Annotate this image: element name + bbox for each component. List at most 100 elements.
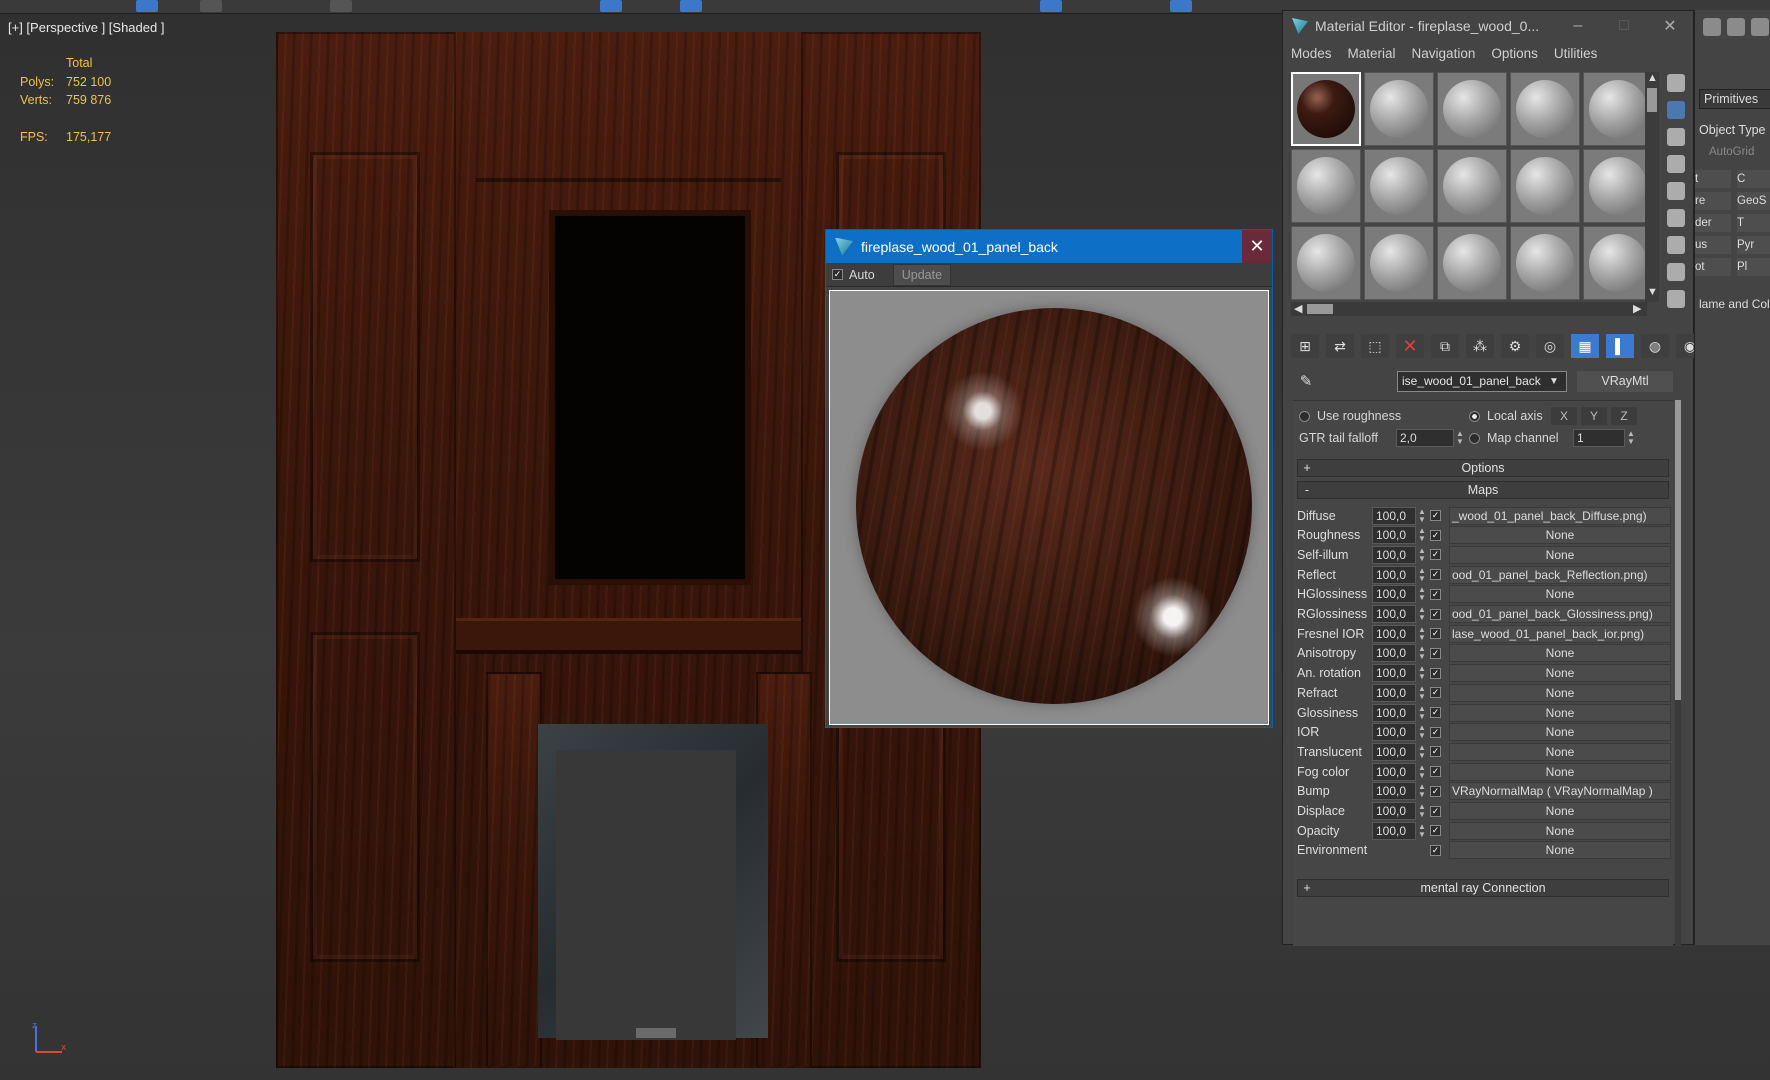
map-amount-field[interactable]: 100,0	[1372, 723, 1416, 742]
sample-slot[interactable]	[1291, 226, 1361, 300]
spinner-icon[interactable]: ▲ ▼	[1416, 763, 1428, 780]
object-button[interactable]: der	[1695, 214, 1731, 232]
map-amount-field[interactable]: 100,0	[1372, 742, 1416, 761]
sample-slot[interactable]	[1510, 72, 1580, 146]
map-slot-button[interactable]: lase_wood_01_panel_back_ior.png)	[1449, 624, 1671, 643]
spinner-icon[interactable]: ▲ ▼	[1416, 566, 1428, 583]
map-enable-checkbox[interactable]: ✓	[1430, 766, 1441, 778]
gtr-field[interactable]: 2,0	[1396, 429, 1454, 447]
spinner-icon[interactable]: ▲ ▼	[1416, 507, 1428, 524]
map-slot-button[interactable]: VRayNormalMap ( VRayNormalMap )	[1449, 782, 1671, 801]
toolbar-snap-icon[interactable]	[600, 0, 622, 12]
map-amount-field[interactable]: 100,0	[1372, 565, 1416, 584]
backlight-icon[interactable]	[1667, 101, 1685, 119]
spinner-icon[interactable]: ▲ ▼	[1416, 586, 1428, 602]
object-button[interactable]: t	[1695, 170, 1731, 188]
create-tab-icon[interactable]	[1703, 18, 1721, 36]
options-icon[interactable]	[1667, 236, 1685, 254]
copy-material-icon[interactable]: ⧉	[1431, 334, 1459, 358]
scroll-thumb[interactable]	[1675, 400, 1681, 700]
slots-vertical-scrollbar[interactable]: ▲ ▼	[1645, 72, 1659, 302]
spinner-icon[interactable]: ▲ ▼	[1416, 822, 1428, 839]
map-enable-checkbox[interactable]: ✓	[1430, 628, 1441, 640]
sample-slot-active[interactable]	[1291, 72, 1361, 146]
make-unique-icon[interactable]: ⁂	[1466, 334, 1494, 358]
material-editor-window[interactable]: Material Editor - fireplase_wood_0... – …	[1282, 10, 1704, 946]
map-slot-button[interactable]: ood_01_panel_back_Glossiness.png)	[1449, 605, 1671, 623]
put-to-library-icon[interactable]: ⚙	[1501, 334, 1529, 358]
viewport-label[interactable]: [+] [Perspective ] [Shaded ]	[8, 20, 164, 35]
map-amount-field[interactable]: 100,0	[1372, 703, 1416, 722]
map-slot-button[interactable]: None	[1449, 762, 1671, 781]
spinner-icon[interactable]: ▲ ▼	[1416, 803, 1428, 819]
sample-slot[interactable]	[1510, 149, 1580, 223]
spinner-icon[interactable]: ▲ ▼	[1416, 704, 1428, 721]
modify-tab-icon[interactable]	[1727, 18, 1745, 36]
map-enable-checkbox[interactable]: ✓	[1430, 608, 1441, 620]
map-slot-button[interactable]: None	[1449, 742, 1671, 761]
map-amount-field[interactable]: 100,0	[1372, 802, 1416, 820]
map-enable-checkbox[interactable]: ✓	[1430, 844, 1441, 856]
assign-to-selection-icon[interactable]: ⬚	[1361, 334, 1389, 358]
material-id-channel-icon[interactable]: ◎	[1536, 334, 1564, 358]
maximize-icon[interactable]: □	[1601, 17, 1647, 35]
make-preview-icon[interactable]	[1667, 209, 1685, 227]
spinner-icon[interactable]: ▲ ▼	[1416, 546, 1428, 563]
map-enable-checkbox[interactable]: ✓	[1430, 726, 1441, 738]
toolbar-render-icon[interactable]	[1170, 0, 1192, 12]
toolbar-mirror-icon[interactable]	[680, 0, 702, 12]
map-enable-checkbox[interactable]: ✓	[1430, 510, 1441, 521]
spinner-icon[interactable]: ▲ ▼	[1416, 724, 1428, 740]
local-axis-radio[interactable]	[1469, 410, 1480, 422]
map-channel-field[interactable]: 1	[1573, 429, 1625, 447]
use-roughness-radio[interactable]	[1299, 410, 1310, 422]
scroll-thumb[interactable]	[1647, 88, 1657, 112]
name-and-color-rollout[interactable]: lame and Colo	[1699, 297, 1770, 311]
object-button[interactable]: Pyr	[1737, 236, 1770, 254]
map-slot-button[interactable]: None	[1449, 703, 1671, 722]
toolbar-rotate-icon[interactable]	[330, 0, 352, 12]
menu-modes[interactable]: Modes	[1291, 46, 1332, 61]
map-amount-field[interactable]: 100,0	[1372, 526, 1416, 545]
hierarchy-tab-icon[interactable]	[1751, 18, 1769, 36]
map-amount-field[interactable]: 100,0	[1372, 506, 1416, 525]
spinner-icon[interactable]: ▲ ▼	[1416, 783, 1428, 799]
material-parameters-panel[interactable]: Use roughness Local axis X Y Z GTR tail …	[1293, 400, 1673, 946]
spinner-icon[interactable]: ▲ ▼	[1416, 743, 1428, 760]
autogrid-checkbox[interactable]: AutoGrid	[1709, 146, 1754, 158]
toolbar-select-icon[interactable]	[136, 0, 158, 12]
map-enable-checkbox[interactable]: ✓	[1430, 667, 1441, 679]
spinner-icon[interactable]: ▲ ▼	[1416, 527, 1428, 543]
map-enable-checkbox[interactable]: ✓	[1430, 825, 1441, 837]
map-slot-button[interactable]: None	[1449, 723, 1671, 742]
map-amount-field[interactable]: 100,0	[1372, 664, 1416, 683]
select-by-material-icon[interactable]	[1667, 263, 1685, 281]
map-amount-field[interactable]: 100,0	[1372, 644, 1416, 663]
spinner-icon[interactable]: ▲ ▼	[1416, 606, 1428, 622]
primitives-dropdown[interactable]: Primitives	[1699, 89, 1770, 109]
material-preview-window[interactable]: fireplase_wood_01_panel_back ✕ ✓ Auto Up…	[825, 229, 1273, 728]
toolbar-curve-icon[interactable]	[1040, 0, 1062, 12]
material-name-field[interactable]: ise_wood_01_panel_back	[1397, 370, 1567, 392]
menu-material[interactable]: Material	[1348, 46, 1396, 61]
map-channel-spinner-icon[interactable]: ▲ ▼	[1627, 430, 1637, 446]
sample-slot[interactable]	[1583, 72, 1653, 146]
sample-slot[interactable]	[1291, 149, 1361, 223]
background-icon[interactable]	[1667, 128, 1685, 146]
sample-slot[interactable]	[1437, 72, 1507, 146]
map-slot-button[interactable]: None	[1449, 683, 1671, 702]
sample-uv-tiling-icon[interactable]	[1667, 155, 1685, 173]
map-slot-button[interactable]: None	[1449, 802, 1671, 820]
slots-horizontal-scrollbar[interactable]: ◀ ▶	[1291, 302, 1647, 316]
sample-slot[interactable]	[1364, 72, 1434, 146]
map-amount-field[interactable]: 100,0	[1372, 605, 1416, 623]
eyedropper-icon[interactable]: ✎	[1291, 372, 1321, 390]
scroll-right-icon[interactable]: ▶	[1633, 302, 1641, 315]
preview-titlebar[interactable]: fireplase_wood_01_panel_back ✕	[826, 230, 1272, 263]
material-map-navigator-icon[interactable]	[1667, 290, 1685, 308]
material-type-button[interactable]: VRayMtl	[1577, 370, 1673, 392]
sample-type-icon[interactable]	[1667, 74, 1685, 92]
menu-options[interactable]: Options	[1491, 46, 1538, 61]
map-amount-field[interactable]: 100,0	[1372, 782, 1416, 801]
go-to-parent-icon[interactable]: ◍	[1641, 334, 1669, 358]
